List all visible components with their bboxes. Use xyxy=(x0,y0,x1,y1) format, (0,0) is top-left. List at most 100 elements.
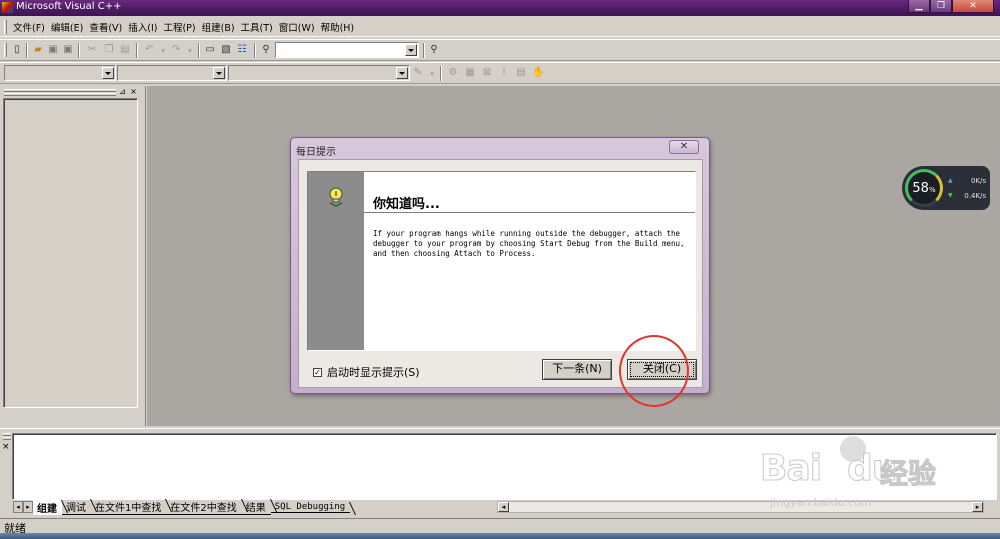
network-monitor-widget[interactable]: 58% ▲ 0K/s ▼ 0.4K/s xyxy=(902,166,990,210)
undo-icon[interactable]: ↶ xyxy=(143,44,155,56)
output-grip[interactable] xyxy=(3,433,11,436)
go-icon[interactable]: ▤ xyxy=(515,67,527,79)
close-window-button[interactable]: ✕ xyxy=(952,0,994,13)
workspace-tree[interactable] xyxy=(3,98,138,408)
new-file-icon[interactable]: ▯ xyxy=(11,44,23,56)
tab-debug[interactable]: 调试 xyxy=(62,499,91,515)
watermark-cn: 经验 xyxy=(879,457,937,491)
menu-project[interactable]: 工程(P) xyxy=(160,20,198,34)
show-tips-checkbox[interactable]: ✓ xyxy=(313,367,322,377)
output-window-icon[interactable]: ▧ xyxy=(220,44,232,56)
menu-window[interactable]: 窗口(W) xyxy=(276,20,318,34)
show-tips-checkbox-row[interactable]: ✓ 启动时显示提示(S) xyxy=(313,364,420,380)
window-title: Microsoft Visual C++ xyxy=(16,1,122,12)
tip-divider xyxy=(364,212,695,213)
menu-help[interactable]: 帮助(H) xyxy=(318,20,358,34)
watermark-url: jingyan.baidu.com xyxy=(770,496,872,509)
redo-dropdown-icon[interactable]: ▾ xyxy=(184,45,196,57)
maximize-button[interactable]: ❐ xyxy=(930,0,952,13)
wizard-action-dropdown-icon[interactable]: ▾ xyxy=(426,68,438,80)
build-icon[interactable]: ▦ xyxy=(464,67,476,79)
menu-bar: 文件(F) 编辑(E) 查看(V) 插入(I) 工程(P) 组建(B) 工具(T… xyxy=(0,17,1000,37)
standard-toolbar: ▯ ▰ ▣ ▣ ✂ ❐ ▤ ↶ ▾ ↷ ▾ ▭ ▧ ☷ ⚲ ⚲ xyxy=(0,39,1000,61)
copy-icon[interactable]: ❐ xyxy=(103,44,115,56)
toolbar-grip[interactable] xyxy=(4,43,7,57)
open-folder-icon[interactable]: ▰ xyxy=(32,44,44,56)
toolbar-separator xyxy=(78,43,80,58)
find-icon[interactable]: ⚲ xyxy=(428,44,440,56)
filter-combo-dropdown[interactable] xyxy=(213,67,225,79)
watermark-brand: Bai du xyxy=(759,448,897,490)
tip-heading: 你知道吗... xyxy=(373,197,440,212)
workspace-grip[interactable] xyxy=(4,93,116,96)
paste-icon[interactable]: ▤ xyxy=(119,44,131,56)
tip-text: If your program hangs while running outs… xyxy=(373,229,685,258)
status-bar: 就绪 xyxy=(0,518,1000,535)
save-icon[interactable]: ▣ xyxy=(47,44,59,56)
dialog-close-button[interactable]: ✕ xyxy=(669,140,699,154)
toolbar-separator xyxy=(198,43,200,58)
app-icon xyxy=(2,2,13,13)
find-in-files-icon[interactable]: ⚲ xyxy=(260,44,272,56)
stop-build-icon[interactable]: ⊠ xyxy=(481,67,493,79)
menu-tools[interactable]: 工具(T) xyxy=(238,20,276,34)
workspace-grip[interactable] xyxy=(4,89,116,92)
show-tips-label[interactable]: 启动时显示提示(S) xyxy=(327,364,420,380)
tab-find-in-files-1[interactable]: 在文件1中查找 xyxy=(91,499,167,515)
menu-view[interactable]: 查看(V) xyxy=(86,20,125,34)
usage-percent: 58% xyxy=(912,181,936,196)
breakpoint-icon[interactable]: ✋ xyxy=(532,67,544,79)
minimize-button[interactable]: ▁ xyxy=(908,0,930,13)
workspace-pane: ⊿ × xyxy=(0,86,146,426)
usage-gauge: 58% xyxy=(905,169,943,207)
toolbar-separator xyxy=(423,43,425,58)
redo-icon[interactable]: ↷ xyxy=(170,44,182,56)
output-tabs: ◂ ▸ 组建 调试 在文件1中查找 在文件2中查找 结果 SQL Debuggi… xyxy=(13,499,351,515)
title-bar: Microsoft Visual C++ ▁ ❐ ✕ xyxy=(0,0,1000,16)
toolbar-separator xyxy=(136,43,138,58)
tab-find-in-files-2[interactable]: 在文件2中查找 xyxy=(166,499,242,515)
save-all-icon[interactable]: ▣ xyxy=(62,44,74,56)
tab-scroll-right-icon[interactable]: ▸ xyxy=(23,501,33,513)
tab-results[interactable]: 结果 xyxy=(241,499,271,515)
class-combo[interactable] xyxy=(4,65,116,81)
scroll-left-icon[interactable]: ◂ xyxy=(498,502,509,512)
toolbar-separator xyxy=(254,43,256,58)
toolbar-separator xyxy=(26,43,28,58)
wizard-action-icon[interactable]: ✎ xyxy=(412,67,424,79)
output-grip[interactable] xyxy=(3,437,11,440)
window-list-icon[interactable]: ☷ xyxy=(236,44,248,56)
menu-file[interactable]: 文件(F) xyxy=(10,20,48,34)
menu-insert[interactable]: 插入(I) xyxy=(125,20,160,34)
next-tip-button[interactable]: 下一条(N) xyxy=(542,359,612,380)
paw-logo-icon xyxy=(840,436,866,462)
workspace-close-icon[interactable]: × xyxy=(129,87,138,96)
members-combo-dropdown[interactable] xyxy=(396,67,408,79)
undo-dropdown-icon[interactable]: ▾ xyxy=(157,45,169,57)
find-combo[interactable] xyxy=(275,42,419,58)
tab-build[interactable]: 组建 xyxy=(33,499,62,515)
workspace-dock-icon[interactable]: ⊿ xyxy=(118,87,127,96)
menu-edit[interactable]: 编辑(E) xyxy=(48,20,86,34)
cut-icon[interactable]: ✂ xyxy=(86,44,98,56)
wizard-toolbar: ✎ ▾ ⚙ ▦ ⊠ ! ▤ ✋ xyxy=(0,62,1000,84)
toolbar-separator xyxy=(440,66,442,81)
menu-grip[interactable] xyxy=(4,19,7,34)
tab-scroll-left-icon[interactable]: ◂ xyxy=(13,501,23,513)
execute-icon[interactable]: ! xyxy=(498,67,510,79)
find-combo-dropdown[interactable] xyxy=(405,44,417,56)
filter-combo[interactable] xyxy=(117,65,227,81)
class-combo-dropdown[interactable] xyxy=(102,67,114,79)
compile-icon[interactable]: ⚙ xyxy=(447,67,459,79)
dialog-title: 每日提示 xyxy=(296,147,336,158)
members-combo[interactable] xyxy=(228,65,410,81)
workspace-icon[interactable]: ▭ xyxy=(204,44,216,56)
download-arrow-icon: ▼ xyxy=(948,192,953,199)
lightbulb-icon xyxy=(329,187,343,207)
menu-build[interactable]: 组建(B) xyxy=(199,20,238,34)
tab-sql-debugging[interactable]: SQL Debugging xyxy=(270,502,351,513)
os-taskbar xyxy=(0,533,1000,539)
output-close-icon[interactable]: × xyxy=(2,442,10,452)
tip-box: 你知道吗... If your program hangs while runn… xyxy=(307,171,696,351)
baidu-jingyan-watermark: Bai du 经验 jingyan.baidu.com xyxy=(759,436,1000,520)
